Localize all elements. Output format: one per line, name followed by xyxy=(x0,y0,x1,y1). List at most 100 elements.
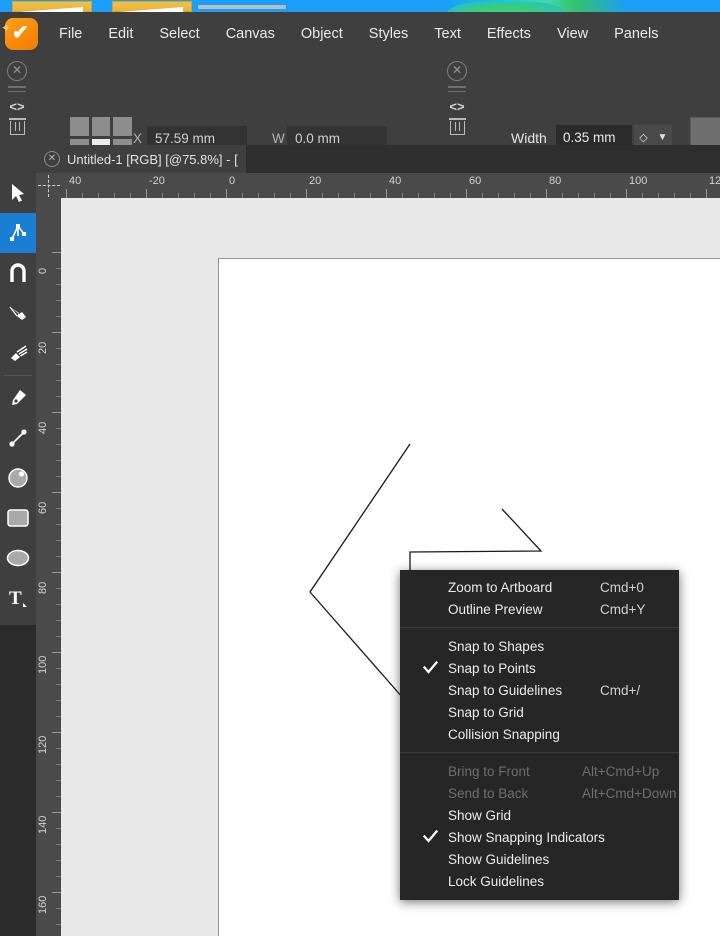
menu-item-label: Collision Snapping xyxy=(448,726,560,742)
toolbar-mid-rail: ✕ <> xyxy=(440,55,474,145)
options-toolbar: ✕ <> X 57.59 mm Y 83.52 mm W 0.0 mm H 0.… xyxy=(0,55,720,190)
knife-tool[interactable] xyxy=(0,293,36,333)
menu-item-shortcut: Alt+Cmd+Down xyxy=(582,785,677,801)
drag-handle-icon[interactable] xyxy=(8,86,26,95)
ruler-label: 0 xyxy=(229,175,236,187)
ruler-label: 100 xyxy=(37,655,49,674)
vertical-ruler[interactable]: 0 20 40 60 80 100 120 140 160 xyxy=(36,198,61,936)
document-tab[interactable]: ✕ Untitled-1 [RGB] [@75.8%] - [ xyxy=(36,145,246,173)
menu-item-bring-to-front: Bring to Front Alt+Cmd+Up xyxy=(400,760,679,782)
knife-icon xyxy=(8,303,28,323)
pen-tool[interactable] xyxy=(0,378,36,418)
ellipse-tool[interactable] xyxy=(0,538,36,578)
ruler-tick xyxy=(52,492,61,493)
code-icon[interactable]: <> xyxy=(9,99,24,114)
drag-handle-icon-2[interactable] xyxy=(448,86,466,95)
menu-item-label: Show Guidelines xyxy=(448,851,550,867)
ruler-label: 140 xyxy=(37,815,49,834)
menu-effects[interactable]: Effects xyxy=(474,21,544,47)
text-t-icon: T xyxy=(7,587,29,609)
ruler-tick xyxy=(706,189,707,198)
brush-tool[interactable] xyxy=(0,333,36,373)
app-logo-icon: ✦ ✔ xyxy=(0,12,46,55)
ruler-label: 120 xyxy=(37,735,49,754)
menu-item-label: Send to Back xyxy=(448,785,529,801)
document-tab-title: Untitled-1 [RGB] [@75.8%] - [ xyxy=(67,151,238,167)
ruler-label: -20 xyxy=(149,175,165,187)
code-icon-2[interactable]: <> xyxy=(449,99,464,114)
menu-styles[interactable]: Styles xyxy=(356,21,422,47)
menu-item-label: Outline Preview xyxy=(448,601,543,617)
menu-item-show-guidelines[interactable]: Show Guidelines xyxy=(400,848,679,870)
tool-divider xyxy=(4,375,32,376)
menu-item-label: Snap to Points xyxy=(448,660,536,676)
desktop-background-strip xyxy=(0,0,720,12)
menu-item-send-to-back: Send to Back Alt+Cmd+Down xyxy=(400,782,679,804)
ruler-label: 60 xyxy=(469,175,482,187)
context-menu[interactable]: Zoom to Artboard Cmd+0 Outline Preview Cmd+… xyxy=(400,570,679,900)
menu-item-snap-to-points[interactable]: Snap to Points xyxy=(400,657,679,679)
anchor-cell-tc[interactable] xyxy=(91,117,111,136)
menu-item-collision-snapping[interactable]: Collision Snapping xyxy=(400,723,679,745)
menu-bar: ✦ ✔ File Edit Select Canvas Object Style… xyxy=(0,12,720,55)
menu-item-show-grid[interactable]: Show Grid xyxy=(400,804,679,826)
text-tool[interactable]: T xyxy=(0,578,36,618)
ruler-label: 40 xyxy=(37,421,49,434)
check-icon xyxy=(423,660,438,675)
ruler-tick xyxy=(52,572,61,573)
menu-edit[interactable]: Edit xyxy=(95,21,146,47)
menu-object[interactable]: Object xyxy=(288,21,356,47)
menu-item-snap-to-guidelines[interactable]: Snap to Guidelines Cmd+/ xyxy=(400,679,679,701)
anchor-cell-tl[interactable] xyxy=(70,117,89,136)
node-tool[interactable] xyxy=(0,213,36,253)
check-icon xyxy=(423,829,438,844)
menu-item-label: Snap to Shapes xyxy=(448,638,545,654)
menu-item-snap-to-grid[interactable]: Snap to Grid xyxy=(400,701,679,723)
ruler-label: 20 xyxy=(309,175,322,187)
trash-icon[interactable] xyxy=(8,118,26,135)
close-icon[interactable]: ✕ xyxy=(7,61,27,81)
tool-rail: T xyxy=(0,145,36,625)
menu-item-show-snapping-indicators[interactable]: Show Snapping Indicators xyxy=(400,826,679,848)
move-tool[interactable] xyxy=(0,173,36,213)
trash-icon-2[interactable] xyxy=(448,118,466,135)
tool-rail-footer xyxy=(0,625,36,936)
menu-select[interactable]: Select xyxy=(146,21,212,47)
ruler-label: 60 xyxy=(37,501,49,514)
toolbar-left-rail: ✕ <> xyxy=(0,55,34,145)
menu-file[interactable]: File xyxy=(46,21,95,47)
ruler-tick xyxy=(146,189,147,198)
horizontal-ruler[interactable]: 40 -20 0 20 40 60 80 100 120 xyxy=(36,173,720,198)
menu-text[interactable]: Text xyxy=(421,21,474,47)
menu-item-label: Bring to Front xyxy=(448,763,530,779)
menu-item-outline-preview[interactable]: Outline Preview Cmd+Y xyxy=(400,598,679,620)
ruler-origin-icon[interactable] xyxy=(36,173,61,198)
ruler-tick xyxy=(306,189,307,198)
menu-item-zoom-to-artboard[interactable]: Zoom to Artboard Cmd+0 xyxy=(400,576,679,598)
ruler-label: 20 xyxy=(37,341,49,354)
menu-separator xyxy=(400,752,679,753)
ruler-label: 160 xyxy=(37,895,49,914)
sphere-tool[interactable] xyxy=(0,458,36,498)
menu-item-label: Show Snapping Indicators xyxy=(448,829,605,845)
cursor-arrow-icon xyxy=(10,183,26,203)
menu-item-lock-guidelines[interactable]: Lock Guidelines xyxy=(400,870,679,892)
anchor-cell-tr[interactable] xyxy=(113,117,132,136)
magnet-icon xyxy=(9,263,27,283)
menu-view[interactable]: View xyxy=(544,21,601,47)
close-icon[interactable]: ✕ xyxy=(44,151,60,167)
wallpaper-gradient-blob xyxy=(446,2,567,12)
ruler-tick xyxy=(546,189,547,198)
rectangle-icon xyxy=(7,509,29,527)
ruler-tick xyxy=(52,732,61,733)
menu-panels[interactable]: Panels xyxy=(601,21,671,47)
menu-canvas[interactable]: Canvas xyxy=(213,21,288,47)
rectangle-tool[interactable] xyxy=(0,498,36,538)
menu-separator xyxy=(400,627,679,628)
line-tool[interactable] xyxy=(0,418,36,458)
sphere-icon xyxy=(7,467,29,489)
close-icon-2[interactable]: ✕ xyxy=(447,61,467,81)
snap-tool[interactable] xyxy=(0,253,36,293)
menu-item-snap-to-shapes[interactable]: Snap to Shapes xyxy=(400,635,679,657)
menu-item-label: Snap to Guidelines xyxy=(448,682,563,698)
